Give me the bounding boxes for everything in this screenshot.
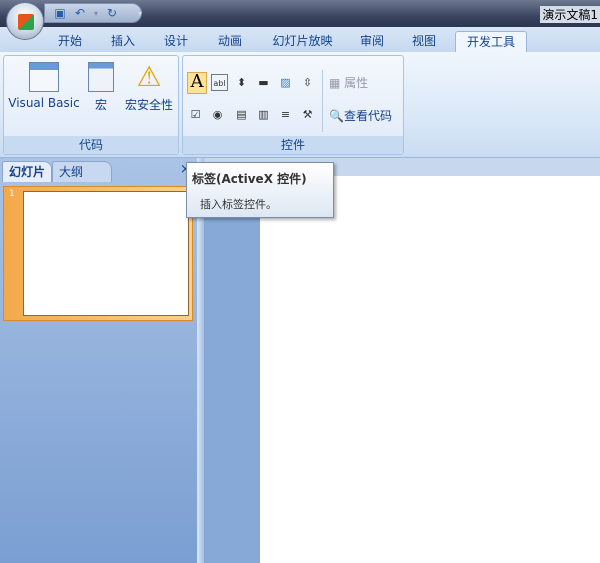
textbox-control-icon[interactable]: abl (211, 74, 228, 91)
macro-label: 宏 (94, 98, 107, 112)
tab-review[interactable]: 审阅 (352, 31, 392, 53)
tab-slideshow[interactable]: 幻灯片放映 (265, 31, 340, 53)
visual-basic-label: Visual Basic (8, 96, 80, 110)
scrollbar-icon[interactable]: ⇳ (299, 74, 316, 91)
tab-slides[interactable]: 幻灯片 (2, 161, 53, 182)
spin-button-icon[interactable]: ⬍ (233, 74, 250, 91)
properties-icon: ▦ (329, 76, 341, 90)
macro-button[interactable]: 宏 (84, 62, 118, 113)
tab-outline[interactable]: 大纲 (52, 161, 112, 182)
separator (322, 70, 323, 132)
ribbon-tabs: 开始 插入 设计 动画 幻灯片放映 审阅 视图 开发工具 (0, 27, 600, 53)
customize-qat-icon[interactable]: ▾ (133, 7, 147, 20)
slides-panel: 幻灯片 大纲 × 1 (0, 158, 197, 563)
view-code-icon: 🔍 (329, 109, 344, 123)
tooltip-description: 插入标签控件。 (200, 198, 277, 211)
visual-basic-button[interactable]: Visual Basic (8, 62, 80, 110)
tab-developer[interactable]: 开发工具 (455, 31, 527, 53)
properties-label: 属性 (344, 76, 369, 90)
office-button[interactable] (6, 2, 44, 40)
office-logo-icon (18, 14, 34, 30)
slide-number: 1 (9, 189, 15, 199)
macro-icon (88, 62, 114, 92)
tab-view[interactable]: 视图 (404, 31, 444, 53)
slide-canvas[interactable] (260, 176, 600, 563)
macro-security-button[interactable]: ⚠ 宏安全性 (122, 62, 176, 113)
label-control-icon[interactable]: A (187, 72, 207, 94)
combobox-icon[interactable]: ▥ (255, 106, 272, 123)
warning-icon: ⚠ (136, 60, 162, 93)
view-code-label: 查看代码 (343, 109, 392, 123)
tab-home[interactable]: 开始 (50, 31, 90, 53)
toggle-button-icon[interactable]: ≡ (277, 106, 294, 123)
undo-dropdown-icon[interactable]: ▾ (89, 7, 103, 20)
more-controls-icon[interactable]: ⚒ (299, 106, 316, 123)
save-icon[interactable]: ▣ (53, 7, 67, 20)
code-group: Visual Basic 宏 ⚠ 宏安全性 代码 (3, 55, 179, 155)
listbox-icon[interactable]: ▤ (233, 106, 250, 123)
macro-security-label: 宏安全性 (124, 98, 173, 112)
undo-icon[interactable]: ↶ (73, 7, 87, 20)
redo-icon[interactable]: ↻ (105, 7, 119, 20)
controls-group: A abl ⬍ ▬ ▨ ⇳ ☑ ◉ ▤ ▥ ≡ ⚒ ▦ 属性 🔍查看代码 控件 (182, 55, 404, 155)
document-title: 演示文稿1 (540, 6, 600, 23)
command-button-icon[interactable]: ▬ (255, 74, 272, 91)
option-button-icon[interactable]: ◉ (209, 106, 226, 123)
controls-group-label: 控件 (183, 136, 403, 154)
tooltip-title: 标签(ActiveX 控件) (192, 172, 307, 186)
visual-basic-icon (29, 62, 59, 92)
code-group-label: 代码 (4, 136, 178, 154)
slide-thumbnail[interactable] (23, 191, 189, 316)
tab-design[interactable]: 设计 (156, 31, 196, 53)
image-control-icon[interactable]: ▨ (277, 74, 294, 91)
view-code-button[interactable]: 🔍查看代码 (329, 107, 392, 124)
quick-access-toolbar: ▣ ↶ ▾ ↻ ▾ (44, 3, 142, 23)
workspace-background (204, 158, 260, 563)
ribbon: Visual Basic 宏 ⚠ 宏安全性 代码 A abl ⬍ ▬ ▨ ⇳ ☑… (0, 52, 600, 158)
tooltip: 标签(ActiveX 控件) 插入标签控件。 (186, 162, 334, 218)
tab-animation[interactable]: 动画 (210, 31, 250, 53)
slide-thumbnail-selected[interactable]: 1 (3, 186, 193, 321)
title-bar: ▣ ↶ ▾ ↻ ▾ 演示文稿1 (0, 0, 600, 27)
tab-insert[interactable]: 插入 (103, 31, 143, 53)
panel-splitter[interactable] (197, 158, 204, 563)
properties-button[interactable]: ▦ 属性 (329, 74, 368, 91)
checkbox-control-icon[interactable]: ☑ (187, 106, 204, 123)
